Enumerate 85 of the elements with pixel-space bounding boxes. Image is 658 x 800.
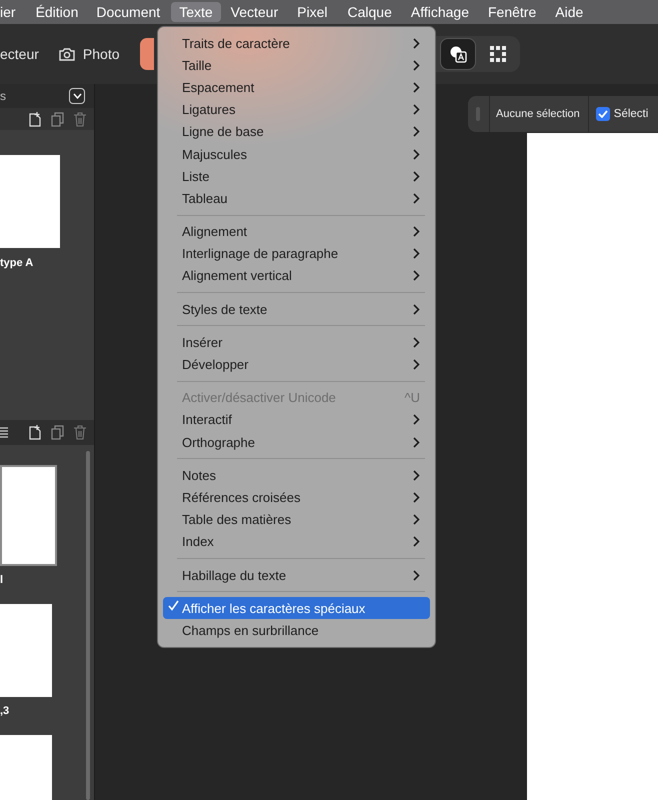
menu-item-label: Index xyxy=(182,534,215,550)
menu-item-label: Orthographe xyxy=(182,434,256,450)
checkbox[interactable] xyxy=(596,107,610,121)
menu-item[interactable]: Habillage du texte xyxy=(163,564,430,586)
menu-item-label: Activer/désactiver Unicode xyxy=(182,390,337,406)
menu-item[interactable]: Espacement xyxy=(163,76,430,99)
shortcut-label: ^U xyxy=(404,390,420,406)
chevron-down-icon xyxy=(72,93,82,99)
menu-item-label: Notes xyxy=(182,468,217,483)
persona-label[interactable]: ecteur xyxy=(0,46,39,62)
menu-item-label: Espacement xyxy=(182,80,256,95)
menu-bar-item[interactable]: Pixel xyxy=(289,2,336,22)
menu-item-label: Ligatures xyxy=(182,102,236,118)
menu-item-label: Habillage du texte xyxy=(182,568,288,583)
persona-button[interactable] xyxy=(140,38,154,70)
copy-icon[interactable] xyxy=(51,425,64,440)
collapse-button[interactable] xyxy=(69,88,85,104)
menu-item[interactable]: Champs en surbrillance xyxy=(163,619,430,642)
menu-item[interactable]: Tableau xyxy=(163,187,430,210)
menu-item-label: Alignement vertical xyxy=(182,268,293,284)
menu-item[interactable]: Index xyxy=(163,530,430,553)
checkbox-label[interactable]: Sélecti xyxy=(614,108,648,120)
scrollbar[interactable] xyxy=(86,451,90,800)
menu-item-label: Table des matières xyxy=(182,512,292,528)
page-thumbnail[interactable] xyxy=(0,155,60,248)
menu-item[interactable]: Alignement xyxy=(163,220,430,243)
menu-bar-item[interactable]: Fenêtre xyxy=(480,2,544,22)
copy-icon[interactable] xyxy=(51,112,64,126)
panel-title: s xyxy=(0,89,6,103)
camera-icon xyxy=(58,47,75,61)
menu-item-label: Références croisées xyxy=(182,490,302,505)
menu-item[interactable]: Ligne de base xyxy=(163,120,430,143)
menu-bar-item[interactable]: Aide xyxy=(547,2,592,22)
menu-item[interactable]: Interlignage de paragraphe xyxy=(163,242,430,265)
add-page-icon[interactable] xyxy=(29,112,41,126)
list-icon[interactable] xyxy=(0,427,8,438)
page-label: type A xyxy=(0,257,34,271)
menu-item[interactable]: Développer xyxy=(163,353,430,376)
trash-icon[interactable] xyxy=(74,425,86,440)
grid-icon[interactable] xyxy=(490,46,506,62)
menu-bar-item[interactable]: Calque xyxy=(340,2,400,22)
menu-item[interactable]: Styles de texte xyxy=(163,298,430,320)
menu-bar-item[interactable]: Édition xyxy=(28,2,86,22)
add-page-icon[interactable] xyxy=(29,425,41,440)
menu-item-label: Tableau xyxy=(182,190,229,206)
page-label: ,3 xyxy=(0,705,10,719)
menu-item-label: Interlignage de paragraphe xyxy=(182,246,340,262)
menu-item[interactable]: Insérer xyxy=(163,331,430,354)
menu-item[interactable]: Références croisées xyxy=(163,486,430,509)
page-thumbnail[interactable] xyxy=(0,465,57,566)
menu-item[interactable]: Majuscules xyxy=(163,142,430,166)
menu-bar-item[interactable]: ier xyxy=(0,2,24,22)
menu-item-label: Ligne de base xyxy=(182,124,265,140)
menu-item-label: Afficher les caractères spéciaux xyxy=(182,600,366,616)
menu-item[interactable]: Alignement vertical xyxy=(163,264,430,288)
menu-item[interactable]: Afficher les caractères spéciaux xyxy=(163,597,430,620)
menu-item[interactable]: Orthographe xyxy=(163,431,430,454)
menu-item-label: Champs en surbrillance xyxy=(182,622,320,638)
menu-item[interactable]: Taille xyxy=(163,54,430,76)
text-frame-button[interactable] xyxy=(440,38,476,70)
persona-label[interactable]: Photo xyxy=(82,46,120,62)
menu-item-label: Développer xyxy=(182,357,250,372)
menu-item[interactable]: Traits de caractère xyxy=(163,32,430,54)
menu-item-label: Taille xyxy=(182,58,213,73)
menu-bar-item[interactable]: Texte xyxy=(171,2,221,22)
menu-bar-item[interactable]: Vecteur xyxy=(222,2,286,22)
menu-item-label: Styles de texte xyxy=(182,302,268,317)
menu-bar-item[interactable]: Document xyxy=(88,2,168,22)
menu-item-label: Interactif xyxy=(182,412,233,428)
frame-icon xyxy=(449,45,467,63)
menu-item-label: Alignement xyxy=(182,224,248,240)
menu-item[interactable]: Table des matières xyxy=(163,508,430,531)
page-label: l xyxy=(0,574,4,588)
menu-item[interactable]: Interactif xyxy=(163,408,430,431)
menu-item-label: Majuscules xyxy=(182,146,248,162)
menu-bar-item[interactable]: Affichage xyxy=(402,2,477,22)
page-thumbnail[interactable] xyxy=(0,604,52,697)
menu-item-label: Liste xyxy=(182,168,210,184)
selection-label: Aucune sélection xyxy=(496,108,580,120)
menu-item[interactable]: Liste xyxy=(163,165,430,188)
trash-icon[interactable] xyxy=(74,112,86,126)
menu-item-label: Insérer xyxy=(182,334,224,350)
menu-item-label: Traits de caractère xyxy=(182,36,291,51)
menu-item[interactable]: Ligatures xyxy=(163,98,430,121)
menu-item[interactable]: Notes xyxy=(163,464,430,486)
